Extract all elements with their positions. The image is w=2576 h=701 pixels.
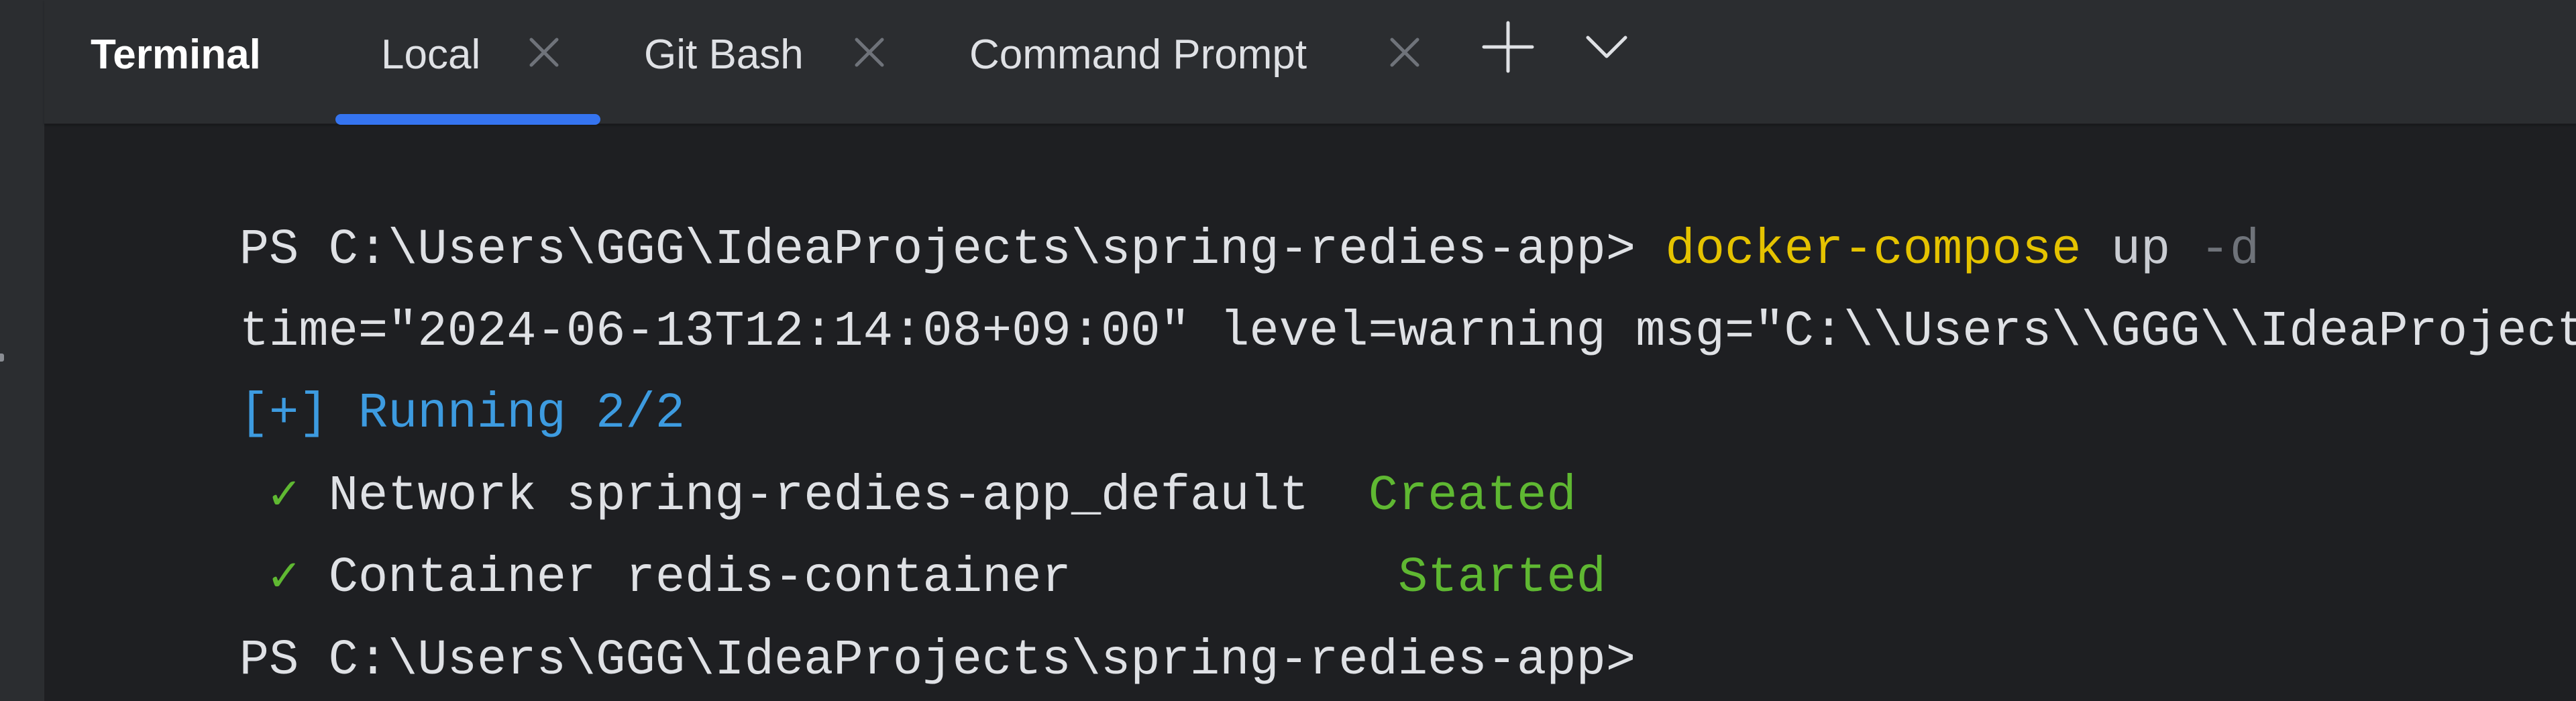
- chevron-down-icon[interactable]: [1580, 20, 1633, 74]
- terminal-output[interactable]: PS C:\Users\GGG\IdeaProjects\spring-redi…: [61, 124, 2576, 701]
- close-icon[interactable]: [529, 37, 559, 68]
- tab-label: Git Bash: [644, 32, 804, 78]
- tab-label: Command Prompt: [969, 32, 1307, 78]
- left-tool-strip: [0, 0, 44, 701]
- terminal-line: ✓ Container redis-container Started: [61, 456, 1606, 606]
- scroll-marker: [0, 354, 4, 362]
- tab-label: Local: [381, 32, 481, 78]
- terminal-line: ✓ Network spring-redies-app_default Crea…: [61, 374, 1576, 525]
- terminal-line: [+] Running 2/2: [61, 292, 685, 442]
- tab-command-prompt[interactable]: Command Prompt: [932, 0, 1429, 123]
- terminal-line: PS C:\Users\GGG\IdeaProjects\spring-redi…: [61, 128, 2259, 278]
- tool-window-title: Terminal: [91, 32, 261, 78]
- terminal-tool-window: Terminal Local Git Bash Command Prompt P…: [0, 0, 2576, 701]
- terminal-line: time="2024-06-13T12:14:08+09:00" level=w…: [61, 210, 2576, 360]
- terminal-line: PS C:\Users\GGG\IdeaProjects\spring-redi…: [61, 539, 1635, 689]
- plus-icon[interactable]: [1481, 20, 1535, 74]
- close-icon[interactable]: [1389, 37, 1420, 68]
- prompt-text: PS C:\Users\GGG\IdeaProjects\spring-redi…: [239, 633, 1636, 689]
- active-tab-indicator: [335, 114, 600, 125]
- tab-git-bash[interactable]: Git Bash: [610, 0, 892, 123]
- tab-local[interactable]: Local: [335, 0, 600, 125]
- close-icon[interactable]: [854, 37, 885, 68]
